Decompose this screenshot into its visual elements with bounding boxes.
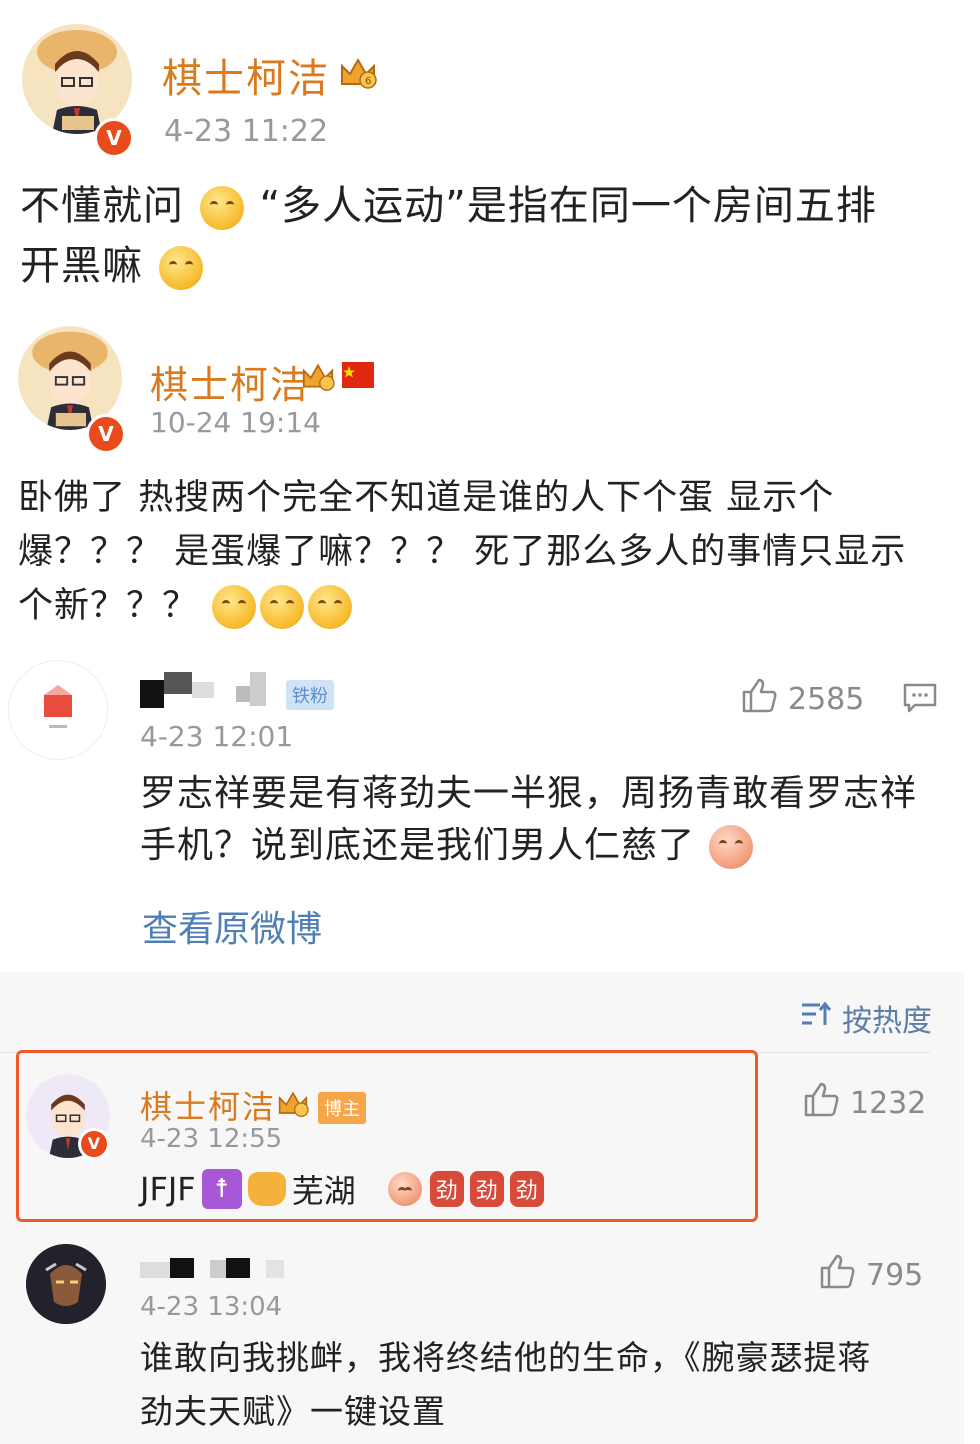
sort-button[interactable]: 按热度 bbox=[800, 996, 932, 1040]
reply1-text: JFJF ☨ 芜湖 劲 劲 劲 bbox=[140, 1166, 544, 1212]
reply1-username[interactable]: 棋士柯洁 bbox=[140, 1082, 276, 1128]
sort-label: 按热度 bbox=[842, 1004, 932, 1039]
crown-icon bbox=[276, 1088, 310, 1122]
smug-emoji-icon bbox=[308, 585, 353, 629]
reply1-text-b: 芜湖 bbox=[291, 1172, 356, 1210]
post2-username[interactable]: 棋士柯洁 bbox=[150, 354, 310, 409]
post1-text-a: 不懂就问 bbox=[20, 183, 184, 229]
sort-icon bbox=[800, 999, 832, 1037]
smug-emoji-icon bbox=[260, 585, 305, 629]
reply1-time: 4-23 12:55 bbox=[140, 1124, 283, 1154]
reply2-name-redacted[interactable] bbox=[140, 1258, 290, 1282]
thumbs-up-icon bbox=[818, 1252, 856, 1298]
reply1-text-a: JFJF bbox=[140, 1170, 196, 1208]
smug-emoji-icon bbox=[212, 585, 257, 629]
comment-line2-text: 手机？说到底还是我们男人仁慈了 bbox=[140, 825, 696, 866]
post2-line3-text: 个新？？？ bbox=[18, 586, 199, 626]
comment-like-button[interactable]: 2585 bbox=[740, 676, 864, 722]
comment-line1: 罗志祥要是有蒋劲夫一半狠，周扬青敢看罗志祥 bbox=[140, 773, 918, 814]
reply2-like-count: 795 bbox=[866, 1257, 924, 1293]
fan-badge: 铁粉 bbox=[286, 680, 334, 710]
reply2-like-button[interactable]: 795 bbox=[818, 1252, 923, 1298]
post2-time: 10-24 19:14 bbox=[150, 406, 321, 439]
post1-username[interactable]: 棋士柯洁 bbox=[162, 46, 330, 104]
china-flag-icon bbox=[342, 362, 374, 392]
reply2-line2: 劲夫天赋》一键设置 bbox=[140, 1392, 446, 1431]
reply1-like-button[interactable]: 1232 bbox=[802, 1080, 926, 1126]
reply2-time: 4-23 13:04 bbox=[140, 1292, 283, 1322]
reply1-like-count: 1232 bbox=[850, 1085, 927, 1121]
thumbs-up-icon bbox=[802, 1080, 840, 1126]
view-original-link[interactable]: 查看原微博 bbox=[142, 900, 322, 952]
comment-line2: 手机？说到底还是我们男人仁慈了 bbox=[140, 818, 755, 874]
post2-line3: 个新？？？ bbox=[18, 578, 354, 634]
crown-icon bbox=[300, 360, 336, 396]
post1-text-line2: 开黑嘛 bbox=[20, 238, 205, 294]
comment-like-count: 2585 bbox=[788, 681, 865, 717]
fist-bump-icon bbox=[247, 1172, 286, 1206]
reply2-line1: 谁敢向我挑衅，我将终结他的生命，《腕豪瑟提蒋 bbox=[140, 1338, 872, 1377]
post2-line2: 爆？？？ 是蛋爆了嘛？？？ 死了那么多人的事情只显示 bbox=[18, 532, 907, 572]
reply-comment-icon[interactable] bbox=[902, 682, 938, 718]
jin-sticker-icon: 劲 bbox=[509, 1171, 544, 1207]
post1-time: 4-23 11:22 bbox=[164, 114, 329, 149]
verified-badge-icon: V bbox=[94, 118, 134, 158]
reply2-avatar[interactable] bbox=[26, 1244, 106, 1324]
post1-text-line1: 不懂就问 “多人运动”是指在同一个房间五排 bbox=[20, 178, 877, 234]
verified-badge-icon: V bbox=[86, 414, 126, 454]
verified-badge-icon: V bbox=[78, 1128, 110, 1160]
jin-sticker-icon: 劲 bbox=[429, 1171, 464, 1207]
jin-sticker-icon: 劲 bbox=[469, 1171, 504, 1207]
svg-text:6: 6 bbox=[365, 76, 371, 87]
thumbs-up-icon bbox=[740, 676, 778, 722]
confused-emoji-icon bbox=[158, 246, 203, 290]
comment-avatar[interactable] bbox=[8, 660, 108, 760]
blogger-badge: 博主 bbox=[318, 1092, 366, 1124]
crown-icon: 6 bbox=[338, 54, 378, 94]
person-standing-icon: ☨ bbox=[201, 1169, 242, 1209]
sweat-smile-emoji-icon bbox=[199, 186, 244, 230]
laughing-emoji-icon bbox=[709, 825, 754, 869]
post2-line1: 卧佛了 热搜两个完全不知道是谁的人下个蛋 显示个 bbox=[18, 478, 835, 518]
post1-text-b: “多人运动”是指在同一个房间五排 bbox=[259, 183, 877, 229]
post1-text-c: 开黑嘛 bbox=[20, 243, 143, 289]
laughing-emoji-icon bbox=[387, 1172, 422, 1206]
comment-time: 4-23 12:01 bbox=[140, 720, 294, 753]
commenter-name-redacted[interactable] bbox=[140, 672, 266, 708]
